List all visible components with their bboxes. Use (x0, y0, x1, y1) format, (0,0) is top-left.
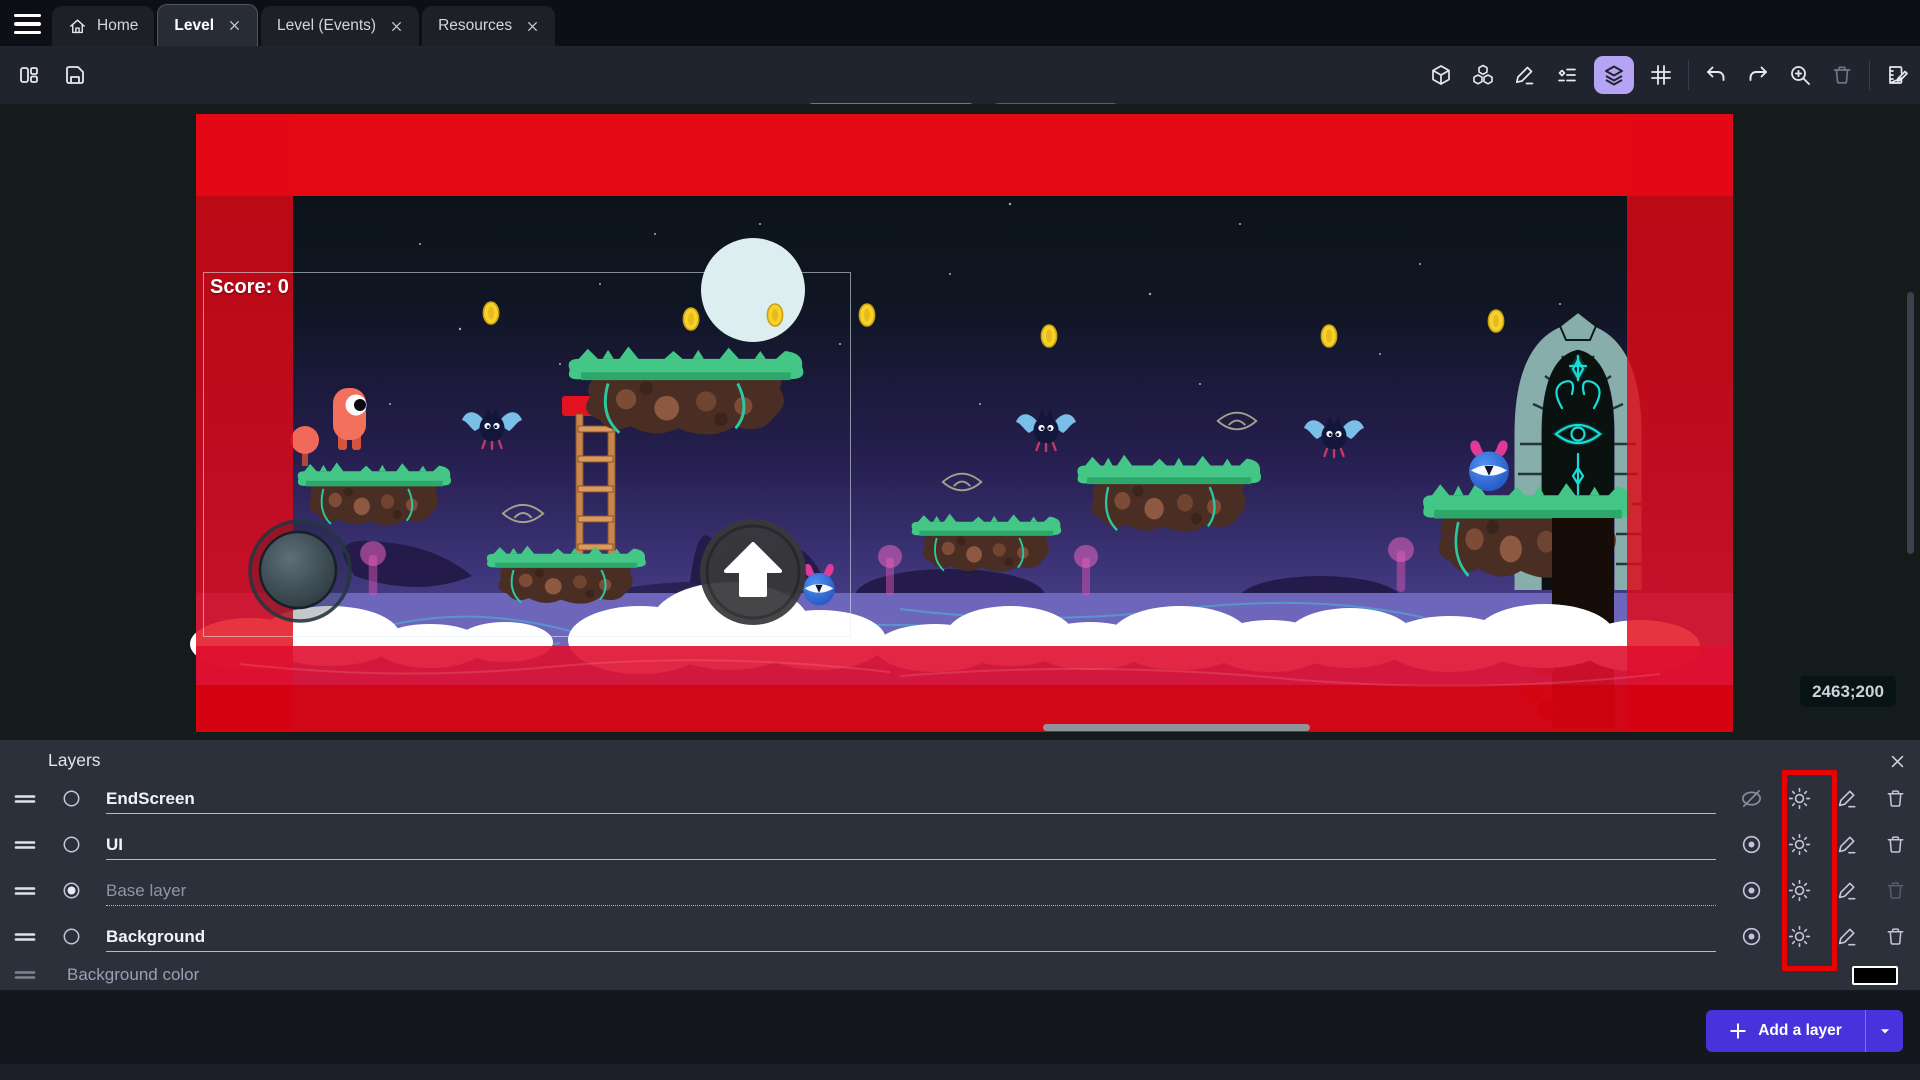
background-color-label: Background color (67, 965, 199, 985)
score-text-object[interactable]: Score: 0 (210, 276, 289, 299)
layers-panel-title: Layers (48, 750, 101, 771)
trash-icon[interactable] (1827, 60, 1857, 90)
layer-select-radio[interactable] (62, 789, 82, 808)
layer-name-field[interactable]: UI (106, 826, 1716, 863)
layer-name: Base layer (106, 881, 186, 901)
vertical-scrollbar[interactable] (1907, 292, 1914, 554)
drag-handle-icon[interactable] (14, 930, 40, 944)
layer-name-field[interactable]: Background (106, 918, 1716, 955)
add-layer-dropdown[interactable] (1865, 1010, 1903, 1052)
eye-icon[interactable] (1738, 878, 1764, 904)
trash-icon[interactable] (1882, 786, 1908, 812)
trash-icon[interactable] (1882, 924, 1908, 950)
rename-pencil-icon[interactable] (1834, 832, 1860, 858)
layer-name-field[interactable]: EndScreen (106, 780, 1716, 817)
tab-label: Level (Events) (277, 17, 376, 35)
layer-row: EndScreen (0, 780, 1920, 817)
drag-handle-icon[interactable] (14, 792, 40, 806)
save-icon[interactable] (60, 60, 90, 90)
zoom-in-icon[interactable] (1785, 60, 1815, 90)
layer-select-radio[interactable] (62, 881, 82, 900)
plus-icon (1729, 1022, 1747, 1040)
layer-name: EndScreen (106, 789, 195, 809)
layer-rows: EndScreen UI (0, 780, 1920, 964)
drag-handle-icon[interactable] (14, 838, 40, 852)
tab-close-icon[interactable] (228, 19, 241, 32)
layer-row: Base layer (0, 872, 1920, 909)
tab[interactable]: Resources (422, 6, 555, 46)
rename-pencil-icon[interactable] (1834, 786, 1860, 812)
redo-icon[interactable] (1743, 60, 1773, 90)
add-layer-button[interactable]: Add a layer (1706, 1010, 1903, 1052)
bottom-strip (0, 1064, 1920, 1080)
cursor-coordinates: 2463;200 (1800, 676, 1896, 707)
tab[interactable]: Level (157, 4, 258, 46)
tab-close-icon[interactable] (390, 20, 403, 33)
layer-row: UI (0, 826, 1920, 863)
drag-handle-icon[interactable] (14, 968, 40, 982)
platform[interactable] (1077, 455, 1261, 532)
tab-label: Resources (438, 17, 512, 35)
sun-icon[interactable] (1786, 878, 1812, 904)
tab[interactable]: Level (Events) (261, 6, 419, 46)
tab-bar: Home Level Level (Events) Resources (0, 0, 1920, 46)
background-color-swatch[interactable] (1852, 966, 1898, 985)
events-edit-icon[interactable] (1882, 60, 1912, 90)
assets-blocks-icon[interactable] (1468, 60, 1498, 90)
tab[interactable]: Home (52, 6, 154, 46)
layers-icon[interactable] (1594, 56, 1634, 94)
objects-list-icon[interactable] (1552, 60, 1582, 90)
undo-icon[interactable] (1701, 60, 1731, 90)
layers-panel: Layers EndScreen (0, 740, 1920, 990)
add-layer-label: Add a layer (1758, 1022, 1842, 1040)
layer-row: Background (0, 918, 1920, 955)
level-canvas[interactable]: Score: 0 2463;200 (0, 104, 1920, 740)
horizontal-scrollbar[interactable] (1043, 724, 1310, 731)
sun-icon[interactable] (1786, 832, 1812, 858)
layout-panels-icon[interactable] (14, 60, 44, 90)
tabbar-tabs: Home Level Level (Events) Resources (52, 0, 555, 46)
coin[interactable] (1488, 310, 1503, 332)
drag-handle-icon[interactable] (14, 884, 40, 898)
trash-icon[interactable] (1882, 832, 1908, 858)
home-icon (68, 17, 87, 36)
grid-icon[interactable] (1646, 60, 1676, 90)
sun-icon[interactable] (1786, 924, 1812, 950)
pencil-icon[interactable] (1510, 60, 1540, 90)
tab-label: Level (174, 17, 214, 35)
coin[interactable] (1321, 325, 1336, 347)
tab-label: Home (97, 17, 138, 35)
coin[interactable] (1041, 325, 1056, 347)
sun-icon[interactable] (1786, 786, 1812, 812)
eye-icon[interactable] (1738, 924, 1764, 950)
eye-off-icon[interactable] (1738, 786, 1764, 812)
rename-pencil-icon[interactable] (1834, 924, 1860, 950)
cube-icon[interactable] (1426, 60, 1456, 90)
coin[interactable] (859, 304, 874, 326)
close-icon[interactable] (1886, 750, 1908, 772)
hamburger-icon[interactable] (10, 9, 50, 39)
background-color-row: Background color (0, 958, 1920, 992)
toolbar: Preview Publish (0, 46, 1920, 104)
camera-frame (203, 272, 851, 637)
rename-pencil-icon[interactable] (1834, 878, 1860, 904)
layer-name: UI (106, 835, 123, 855)
layer-select-radio[interactable] (62, 835, 82, 854)
layer-select-radio[interactable] (62, 927, 82, 946)
trash-icon[interactable] (1882, 878, 1908, 904)
layer-name-field[interactable]: Base layer (106, 872, 1716, 909)
eye-icon[interactable] (1738, 832, 1764, 858)
layer-name: Background (106, 927, 205, 947)
platform[interactable] (912, 514, 1062, 572)
tab-close-icon[interactable] (526, 20, 539, 33)
